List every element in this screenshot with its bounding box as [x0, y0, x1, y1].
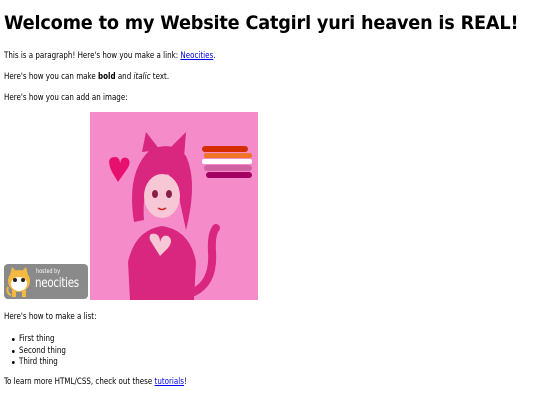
paragraph-formatting: Here's how you can make bold and italic … [4, 72, 169, 82]
paragraph-text: . [213, 51, 216, 61]
paragraph-image-intro: Here's how you can add an image: [4, 93, 128, 103]
neocities-cat-icon [6, 267, 30, 297]
paragraph-list-intro: Here's how to make a list: [4, 312, 97, 322]
list-item: Third thing [12, 357, 66, 369]
example-list: First thing Second thing Third thing [12, 334, 73, 369]
paragraph-text: text. [150, 72, 170, 82]
paragraph-link-intro: This is a paragraph! Here's how you make… [4, 51, 216, 61]
badge-small-text: hosted by [36, 268, 61, 275]
paragraph-text: and [115, 72, 134, 82]
paragraph-text: ! [183, 377, 187, 387]
page-title: Welcome to my Website Catgirl yuri heave… [4, 12, 519, 34]
tutorials-link[interactable]: tutorials [155, 377, 184, 387]
list-item: First thing [12, 334, 66, 346]
image-row: hosted by neocities [4, 112, 304, 300]
paragraph-tutorials: To learn more HTML/CSS, check out these … [4, 377, 187, 387]
badge-big-text: neocities [35, 276, 79, 291]
hosted-by-neocities-badge[interactable]: hosted by neocities [4, 264, 88, 299]
catgirl-drawing-image [90, 112, 258, 300]
neocities-link[interactable]: Neocities [180, 51, 213, 61]
paragraph-text: Here's how you can make [4, 72, 99, 82]
list-item: Second thing [12, 346, 66, 358]
paragraph-text: This is a paragraph! Here's how you make… [4, 51, 181, 61]
paragraph-text: To learn more HTML/CSS, check out these [4, 377, 155, 387]
italic-text: italic [133, 72, 151, 82]
bold-text: bold [98, 72, 116, 82]
